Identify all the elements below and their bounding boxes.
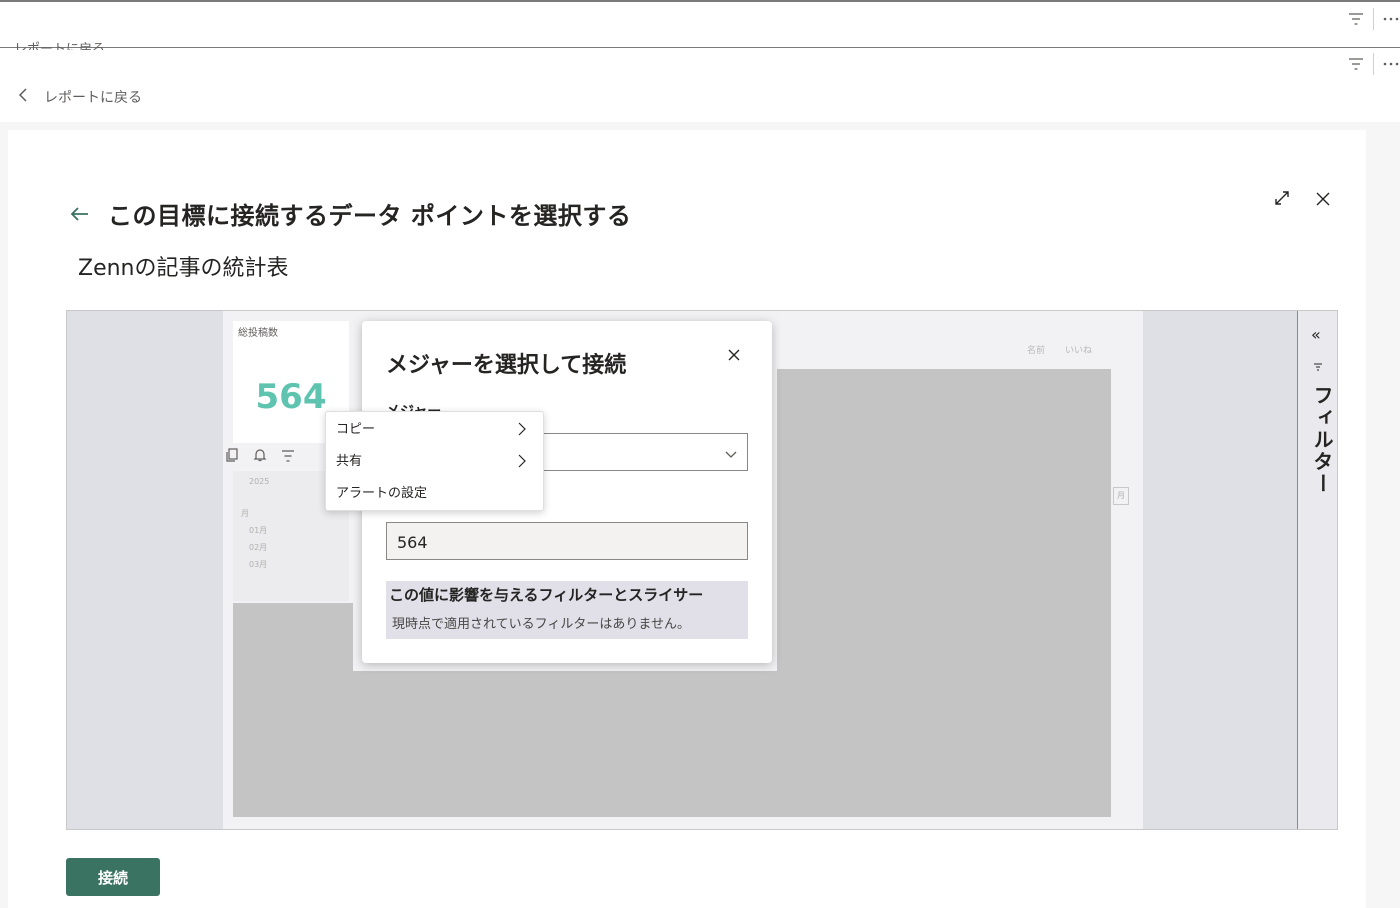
chevron-right-icon	[518, 421, 526, 440]
collapse-chevron-icon[interactable]: «	[1311, 325, 1321, 344]
filters-info-text: 現時点で適用されているフィルターはありません。	[392, 617, 690, 632]
dialog-close-icon[interactable]	[724, 345, 744, 365]
filters-info-heading: この値に影響を与えるフィルターとスライサー	[389, 586, 704, 604]
back-to-report-label: レポートに戻る	[44, 90, 142, 106]
panel-header: この目標に接続するデータ ポイントを選択する	[70, 196, 631, 231]
masked-region	[777, 369, 1111, 817]
panel-title: この目標に接続するデータ ポイントを選択する	[108, 202, 632, 230]
slicer-item: 02月	[249, 543, 268, 552]
filter-pane-label: フィルター	[1310, 385, 1334, 495]
kpi-card-label: 総投稿数	[238, 328, 278, 339]
visual-header-toolbar	[225, 447, 295, 466]
filter-pane[interactable]: « フィルター	[1297, 311, 1337, 829]
top-toolbar-strip: レポートに戻る	[0, 0, 1400, 50]
dialog-title: メジャーを選択して接続	[386, 353, 627, 378]
expand-icon[interactable]	[1274, 190, 1290, 210]
close-icon[interactable]	[1316, 191, 1330, 210]
slicer-item: 01月	[249, 526, 268, 535]
toolbar-divider	[1373, 8, 1374, 30]
current-value-field: 564	[386, 522, 748, 560]
menu-item-copy[interactable]: コピー	[336, 418, 375, 437]
filter-icon[interactable]	[1345, 8, 1367, 30]
top-toolbar-actions	[1345, 8, 1400, 30]
chevron-left-icon	[18, 88, 28, 106]
filter-icon	[1314, 363, 1322, 374]
back-to-report-link[interactable]: レポートに戻る	[18, 84, 142, 110]
arrow-left-icon[interactable]	[70, 206, 90, 222]
month-tag: 月	[1113, 487, 1129, 505]
connect-button[interactable]: 接続	[66, 858, 160, 896]
secondary-toolbar-actions	[1345, 53, 1400, 75]
ghost-back-label: レポートに戻る	[14, 42, 106, 50]
filter-icon[interactable]	[281, 447, 295, 466]
filters-info-box: この値に影響を与えるフィルターとスライサー 現時点で適用されているフィルターはあ…	[386, 581, 748, 639]
toolbar-divider	[1373, 53, 1374, 75]
slicer-item: 03月	[249, 560, 268, 569]
bell-icon[interactable]	[253, 447, 267, 466]
table-column-header: いいね	[1065, 346, 1093, 356]
more-options-icon[interactable]	[1380, 8, 1400, 30]
table-header-ghost: 名前 いいね	[1027, 343, 1092, 356]
context-menu: コピー 共有 アラートの設定	[325, 411, 544, 511]
menu-item-share[interactable]: 共有	[336, 450, 362, 469]
masked-region	[353, 671, 777, 817]
copy-icon[interactable]	[225, 447, 239, 466]
masked-region	[233, 603, 353, 817]
table-column-header: 名前	[1027, 346, 1046, 356]
report-name: Zennの記事の統計表	[78, 256, 289, 281]
chevron-down-icon	[725, 444, 737, 463]
chevron-right-icon	[518, 453, 526, 472]
menu-item-set-alert[interactable]: アラートの設定	[336, 482, 427, 501]
filter-icon[interactable]	[1345, 53, 1367, 75]
more-options-icon[interactable]	[1380, 53, 1400, 75]
